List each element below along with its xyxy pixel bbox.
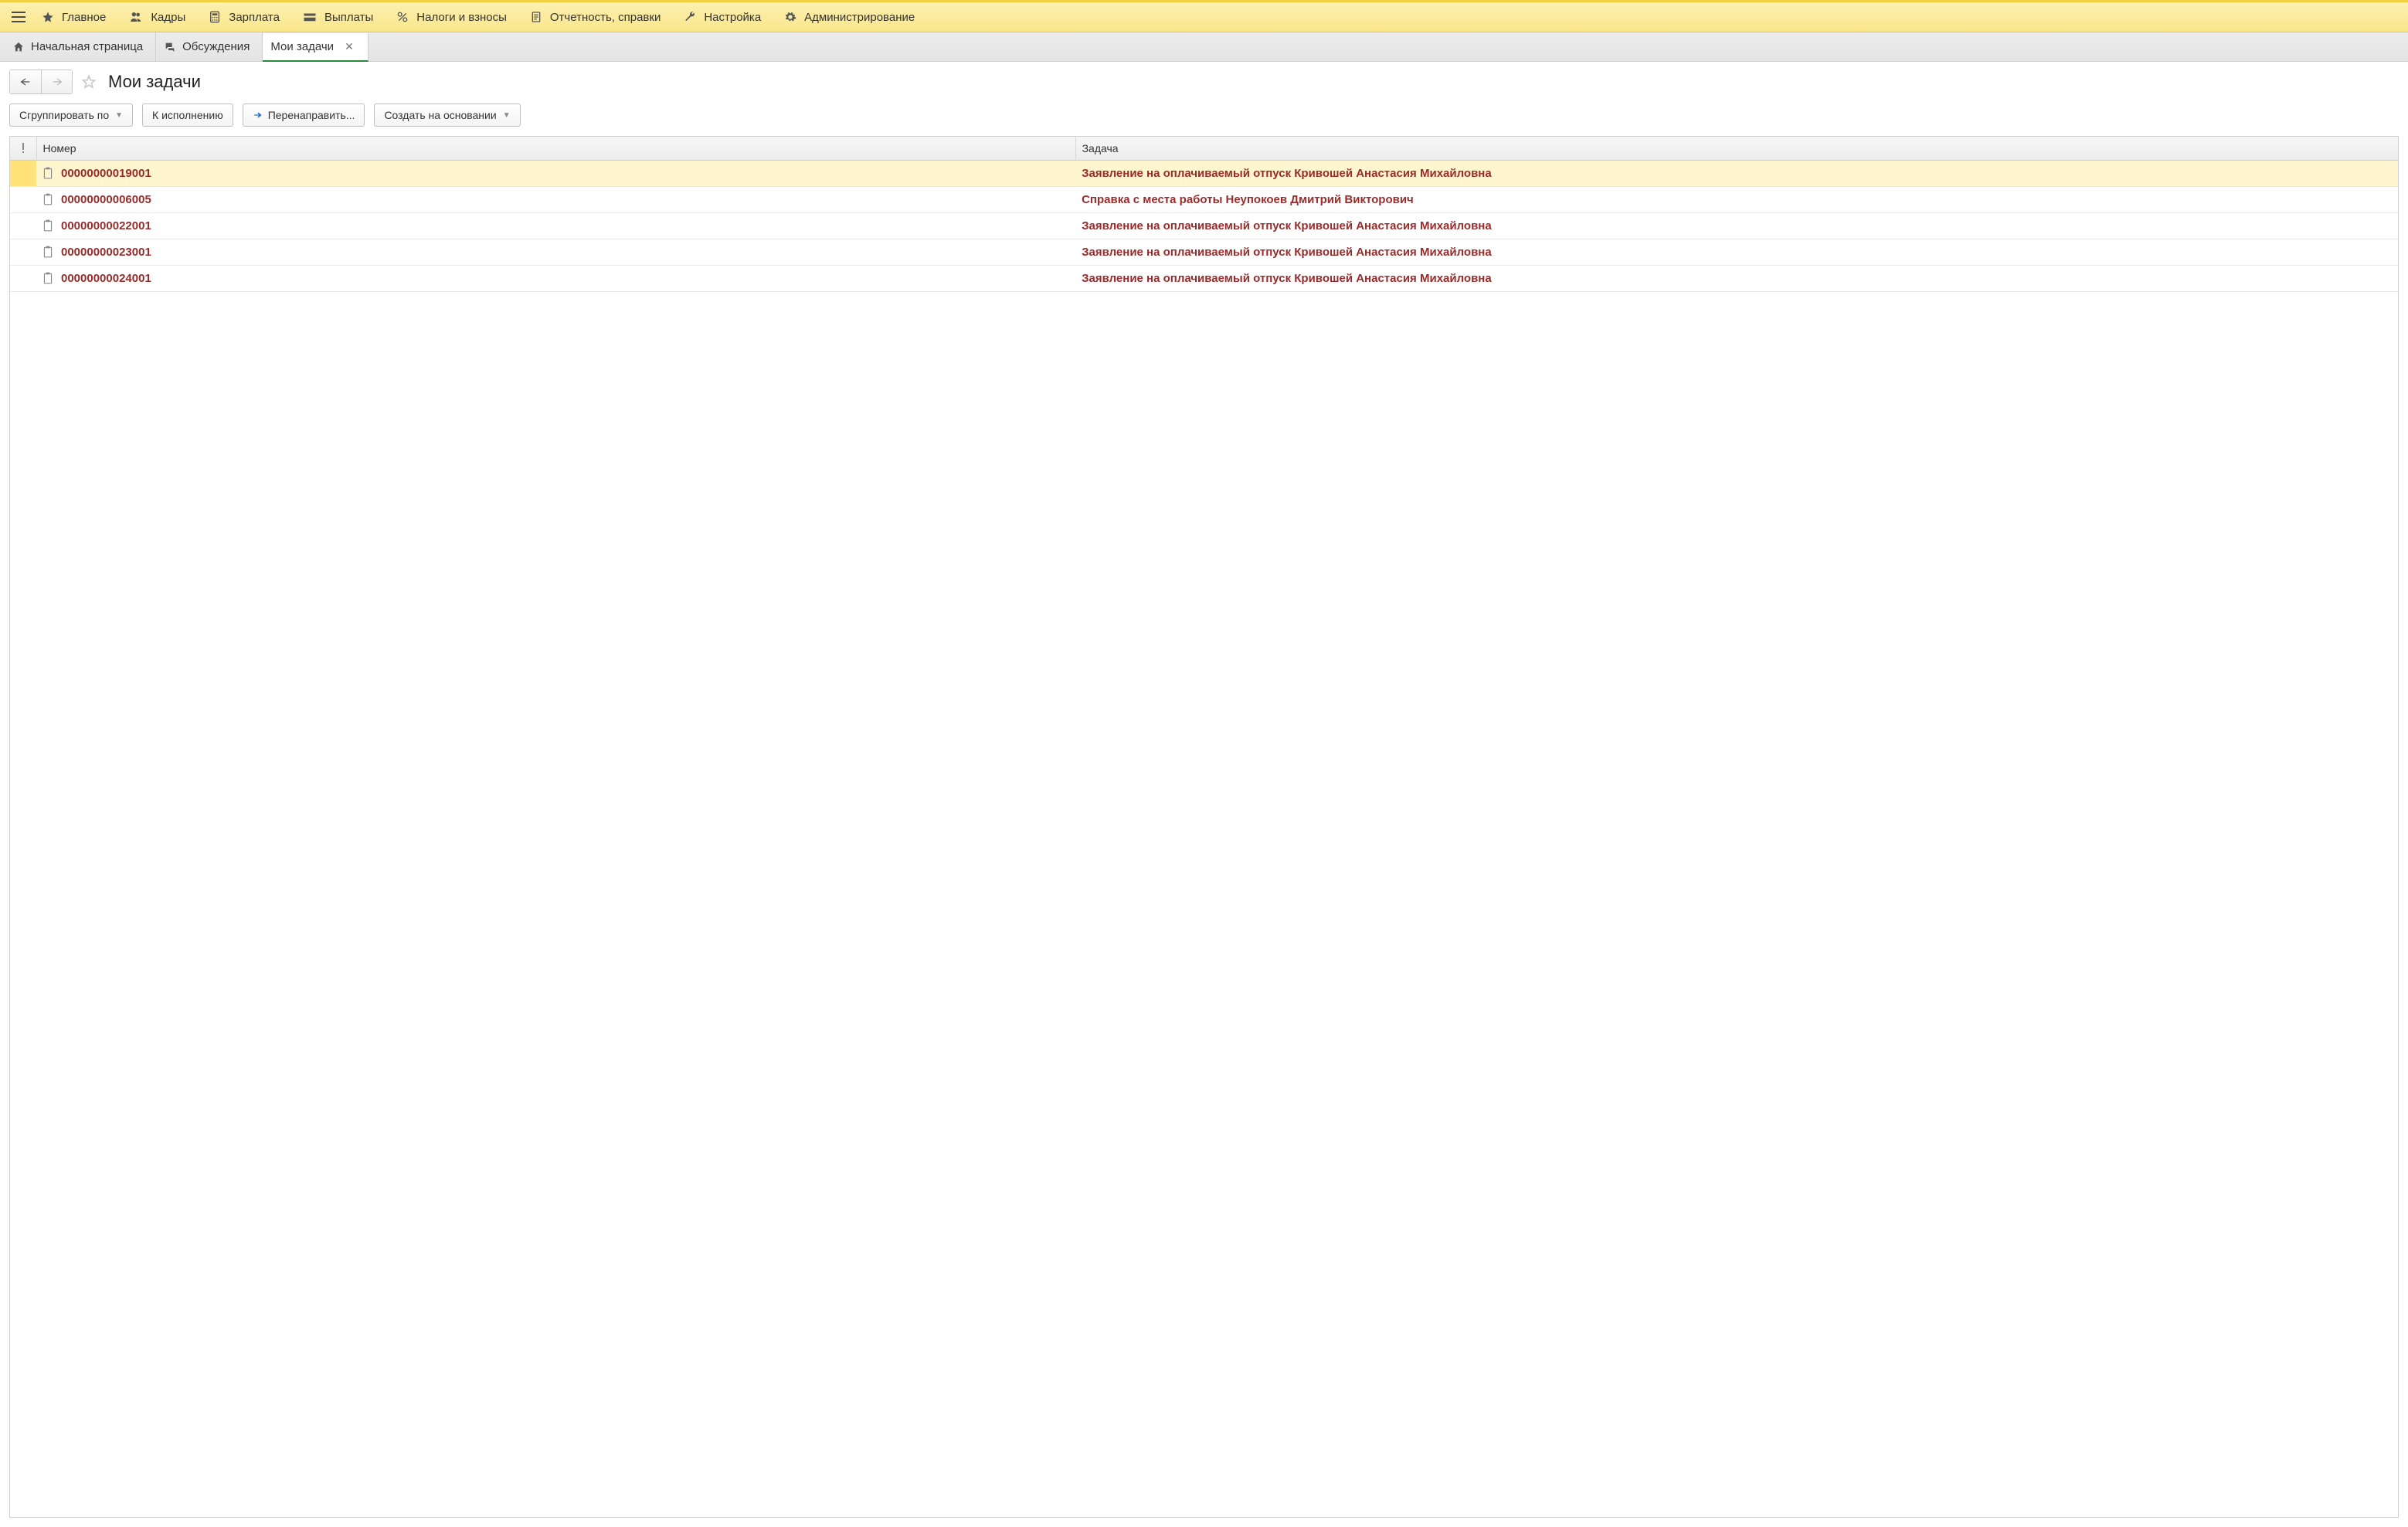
menu-item-label: Отчетность, справки (550, 11, 661, 24)
calculator-icon (209, 11, 221, 23)
column-header-priority[interactable] (10, 137, 36, 160)
row-number-cell: 00000000006005 (36, 186, 1075, 212)
back-button[interactable] (10, 70, 41, 93)
page-header: Мои задачи (0, 62, 2408, 99)
row-marker-cell (10, 265, 36, 291)
clipboard-icon (42, 193, 53, 205)
row-task-cell: Заявление на оплачиваемый отпуск Кривоше… (1075, 239, 2398, 265)
percent-icon (396, 11, 409, 23)
row-task-cell: Заявление на оплачиваемый отпуск Кривоше… (1075, 212, 2398, 239)
chevron-down-icon: ▼ (503, 111, 511, 120)
gear-icon (784, 11, 796, 23)
to-execute-button[interactable]: К исполнению (142, 103, 233, 127)
page-title: Мои задачи (108, 72, 201, 92)
row-number-cell: 00000000023001 (36, 239, 1075, 265)
clipboard-icon (42, 167, 53, 179)
row-number: 00000000019001 (61, 167, 151, 180)
tab-discussions[interactable]: Обсуждения (156, 32, 263, 61)
row-marker-cell (10, 239, 36, 265)
menu-item-label: Выплаты (324, 11, 373, 24)
row-number: 00000000024001 (61, 272, 151, 285)
tab-label: Обсуждения (182, 40, 250, 53)
row-marker-cell (10, 212, 36, 239)
group-by-button[interactable]: Сгруппировать по ▼ (9, 103, 133, 127)
nav-buttons (9, 70, 73, 94)
row-number-cell: 00000000024001 (36, 265, 1075, 291)
main-menu: Главное Кадры Зарплата Выплаты Налоги и … (0, 0, 2408, 32)
table-row[interactable]: 00000000023001 Заявление на оплачиваемый … (10, 239, 2398, 265)
tab-bar: Начальная страница Обсуждения Мои задачи… (0, 32, 2408, 62)
button-label: Создать на основании (384, 109, 496, 121)
row-number-cell: 00000000019001 (36, 160, 1075, 186)
row-task-cell: Справка с места работы Неупокоев Дмитрий… (1075, 186, 2398, 212)
row-number: 00000000023001 (61, 246, 151, 259)
row-marker-cell (10, 186, 36, 212)
table-header-row: Номер Задача (10, 137, 2398, 160)
row-marker-cell (10, 160, 36, 186)
clipboard-icon (42, 219, 53, 232)
menu-item-main[interactable]: Главное (32, 2, 120, 32)
menu-item-reports[interactable]: Отчетность, справки (521, 2, 674, 32)
menu-item-admin[interactable]: Администрирование (775, 2, 929, 32)
menu-item-label: Главное (62, 11, 106, 24)
clipboard-icon (42, 272, 53, 284)
column-header-task[interactable]: Задача (1075, 137, 2398, 160)
menu-item-salary[interactable]: Зарплата (199, 2, 294, 32)
tab-my-tasks[interactable]: Мои задачи ✕ (263, 33, 368, 62)
close-icon[interactable]: ✕ (343, 40, 355, 53)
button-label: К исполнению (152, 109, 223, 121)
task-table: Номер Задача 00000000019001 Заявление на … (10, 137, 2398, 292)
button-label: Перенаправить... (268, 109, 355, 121)
star-filled-icon (42, 11, 54, 23)
tab-start-page[interactable]: Начальная страница (5, 32, 156, 61)
arrow-right-icon (253, 110, 263, 120)
column-label: Задача (1082, 142, 1119, 154)
menu-item-label: Настройка (704, 11, 761, 24)
people-icon (129, 11, 143, 23)
create-based-on-button[interactable]: Создать на основании ▼ (374, 103, 520, 127)
row-number: 00000000006005 (61, 193, 151, 206)
clipboard-icon (42, 246, 53, 258)
report-icon (530, 10, 542, 24)
wallet-icon (303, 12, 317, 22)
forward-button[interactable] (41, 70, 72, 93)
table-row[interactable]: 00000000006005 Справка с места работы Неу… (10, 186, 2398, 212)
tab-label: Начальная страница (31, 40, 143, 53)
column-header-number[interactable]: Номер (36, 137, 1075, 160)
menu-item-payments[interactable]: Выплаты (294, 2, 387, 32)
chevron-down-icon: ▼ (115, 111, 123, 120)
exclamation-icon (16, 142, 30, 154)
menu-item-staff[interactable]: Кадры (120, 2, 199, 32)
row-number: 00000000022001 (61, 219, 151, 232)
menu-item-taxes[interactable]: Налоги и взносы (387, 2, 521, 32)
row-task-cell: Заявление на оплачиваемый отпуск Кривоше… (1075, 160, 2398, 186)
wrench-icon (684, 11, 696, 23)
redirect-button[interactable]: Перенаправить... (243, 103, 365, 127)
task-table-container: Номер Задача 00000000019001 Заявление на … (9, 136, 2399, 1518)
hamburger-icon[interactable] (5, 2, 32, 32)
menu-item-label: Зарплата (229, 11, 280, 24)
tab-label: Мои задачи (270, 40, 334, 53)
column-label: Номер (43, 142, 76, 154)
table-row[interactable]: 00000000019001 Заявление на оплачиваемый … (10, 160, 2398, 186)
menu-item-label: Кадры (151, 11, 185, 24)
table-row[interactable]: 00000000024001 Заявление на оплачиваемый … (10, 265, 2398, 291)
home-icon (12, 41, 25, 53)
row-task-cell: Заявление на оплачиваемый отпуск Кривоше… (1075, 265, 2398, 291)
menu-item-settings[interactable]: Настройка (674, 2, 775, 32)
row-number-cell: 00000000022001 (36, 212, 1075, 239)
menu-item-label: Администрирование (804, 11, 915, 24)
table-row[interactable]: 00000000022001 Заявление на оплачиваемый … (10, 212, 2398, 239)
menu-item-label: Налоги и взносы (416, 11, 507, 24)
button-label: Сгруппировать по (19, 109, 109, 121)
favorite-star-icon[interactable] (77, 70, 100, 93)
discussion-icon (164, 41, 176, 53)
toolbar: Сгруппировать по ▼ К исполнению Перенапр… (0, 99, 2408, 136)
